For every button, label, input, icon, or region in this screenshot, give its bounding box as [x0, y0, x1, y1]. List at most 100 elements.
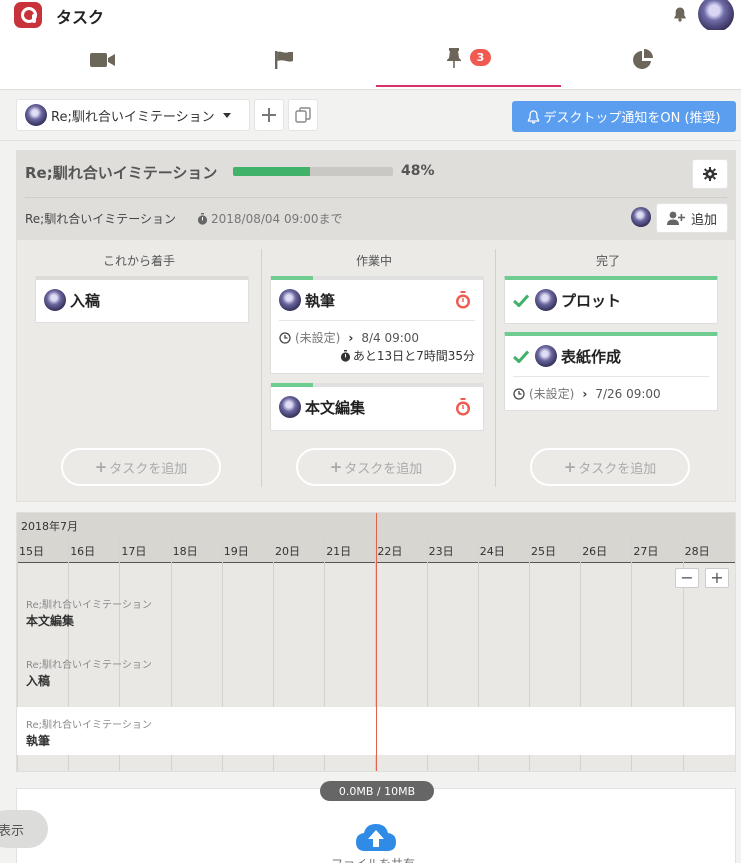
project-header: Re;馴れ合いイミテーション 48% Re;馴れ合いイミテーション 2018/0…: [17, 151, 735, 240]
tab-pin[interactable]: 3: [376, 30, 561, 87]
cloud-upload-icon[interactable]: [355, 822, 397, 852]
project-progress-fill: [233, 167, 310, 176]
plus-icon: +: [329, 458, 343, 476]
task-avatar: [535, 345, 557, 367]
user-avatar[interactable]: [698, 0, 734, 32]
column-in-progress: 作業中 執筆 (未設定) › 8/4 09:00 あと13日と7時間35分 本文…: [252, 240, 496, 496]
caret-down-icon: [222, 112, 231, 118]
timeline-row-task[interactable]: 本文編集: [26, 612, 74, 629]
check-icon: [513, 349, 529, 363]
app-logo-icon[interactable]: [14, 2, 42, 28]
project-avatar: [25, 104, 47, 126]
clock-icon: [279, 331, 291, 344]
column-title-in-progress: 作業中: [355, 254, 392, 268]
project-deadline: 2018/08/04 09:00まで: [197, 210, 343, 227]
timer-icon[interactable]: [455, 398, 471, 416]
copy-project-button[interactable]: [288, 99, 318, 131]
gear-icon: [703, 167, 717, 181]
task-card[interactable]: 表紙作成 (未設定) › 7/26 09:00: [504, 332, 718, 411]
header-divider: [25, 197, 727, 198]
task-card[interactable]: 執筆 (未設定) › 8/4 09:00 あと13日と7時間35分: [270, 276, 484, 374]
task-name: 執筆: [305, 291, 336, 310]
timeline-row-project: Re;馴れ合いイミテーション: [26, 660, 152, 671]
task-name: 入稿: [70, 291, 101, 310]
pin-count-badge: 3: [469, 49, 492, 66]
task-remaining: あと13日と7時間35分: [271, 347, 483, 370]
timeline-row-task[interactable]: 入稿: [26, 672, 50, 689]
timer-icon[interactable]: [455, 291, 471, 309]
task-avatar: [279, 396, 301, 418]
timeline-day-label: 23日: [428, 545, 454, 558]
stopwatch-icon: [340, 349, 350, 362]
column-done: 完了 プロット 表紙作成 (未設定) › 7/26 09:00 + タスクを追加: [486, 240, 730, 496]
pin-icon: [446, 47, 461, 68]
clock-icon: [513, 387, 525, 400]
timeline-day-label: 16日: [70, 545, 96, 558]
bell-icon[interactable]: [672, 6, 688, 22]
desktop-notify-button[interactable]: デスクトップ通知をON (推奨): [512, 101, 736, 132]
show-button[interactable]: 表示: [0, 810, 48, 848]
add-project-button[interactable]: [254, 99, 284, 131]
copy-icon: [295, 107, 311, 123]
add-task-label: タスクを追加: [109, 461, 188, 477]
app-title: タスク: [56, 8, 105, 27]
timeline-row-task[interactable]: 執筆: [26, 732, 50, 749]
timeline-day-label: 27日: [633, 545, 659, 558]
nav-tabs: 3: [0, 30, 741, 90]
task-schedule: (未設定) › 7/26 09:00: [505, 377, 717, 403]
top-bar: タスク: [0, 0, 741, 32]
column-title-done: 完了: [595, 254, 620, 268]
task-start: (未設定): [295, 331, 341, 345]
add-task-label: タスクを追加: [344, 461, 423, 477]
timeline-day-label: 20日: [275, 545, 300, 558]
task-schedule: (未設定) › 8/4 09:00: [271, 321, 483, 347]
task-due: 8/4 09:00: [361, 330, 420, 345]
timeline-day-label: 15日: [19, 545, 44, 558]
tab-video[interactable]: [10, 30, 195, 90]
plus-icon: [262, 108, 276, 122]
task-avatar: [44, 289, 66, 311]
timeline-day-label: 24日: [479, 545, 505, 558]
project-progress-percent: 48%: [401, 163, 435, 179]
upload-label: ファイルを共有: [331, 855, 415, 863]
add-user-icon: [666, 211, 685, 225]
task-start: (未設定): [529, 387, 575, 401]
add-task-button-done[interactable]: + タスクを追加: [530, 448, 690, 486]
project-subtitle: Re;馴れ合いイミテーション: [25, 212, 176, 226]
add-member-button[interactable]: 追加: [656, 203, 728, 233]
check-icon: [513, 293, 529, 307]
task-card[interactable]: プロット: [504, 276, 718, 324]
task-avatar: [279, 289, 301, 311]
add-task-button-todo[interactable]: + タスクを追加: [61, 448, 221, 486]
timeline-day-label: 28日: [684, 545, 710, 558]
chevron-right-icon: ›: [348, 330, 354, 345]
tab-flag[interactable]: [191, 30, 376, 90]
column-title-todo: これから着手: [102, 254, 175, 268]
video-icon: [89, 53, 115, 67]
task-name: プロット: [561, 291, 622, 310]
timeline-day-label: 26日: [582, 545, 608, 558]
task-progress-bar: [271, 383, 313, 387]
timeline-day-label: 21日: [326, 545, 352, 558]
project-panel: Re;馴れ合いイミテーション 48% Re;馴れ合いイミテーション 2018/0…: [16, 150, 736, 502]
project-title: Re;馴れ合いイミテーション: [25, 164, 218, 182]
timeline-month: 2018年7月: [21, 520, 78, 533]
zoom-in-button[interactable]: +: [705, 568, 729, 588]
member-avatar[interactable]: [631, 207, 651, 227]
project-settings-button[interactable]: [692, 159, 728, 189]
project-select[interactable]: Re;馴れ合いイミテーション: [16, 99, 250, 131]
timeline-row-project: Re;馴れ合いイミテーション: [26, 600, 152, 611]
chevron-right-icon: ›: [582, 386, 588, 401]
timeline-row-project: Re;馴れ合いイミテーション: [26, 720, 152, 731]
pie-chart-icon: [632, 49, 653, 69]
timeline-gantt[interactable]: 2018年7月 Re;馴れ合いイミテーション 本文編集 Re;馴れ合いイミテーシ…: [16, 512, 736, 772]
project-select-label: Re;馴れ合いイミテーション: [51, 109, 215, 125]
zoom-out-button[interactable]: −: [675, 568, 699, 588]
tab-chart[interactable]: [550, 30, 735, 90]
add-task-button-in-progress[interactable]: + タスクを追加: [296, 448, 456, 486]
task-card[interactable]: 入稿: [35, 276, 249, 323]
task-card[interactable]: 本文編集: [270, 383, 484, 431]
project-deadline-text: 2018/08/04 09:00まで: [211, 212, 343, 226]
bell-outline-icon: [528, 109, 540, 124]
plus-icon: +: [563, 458, 577, 476]
